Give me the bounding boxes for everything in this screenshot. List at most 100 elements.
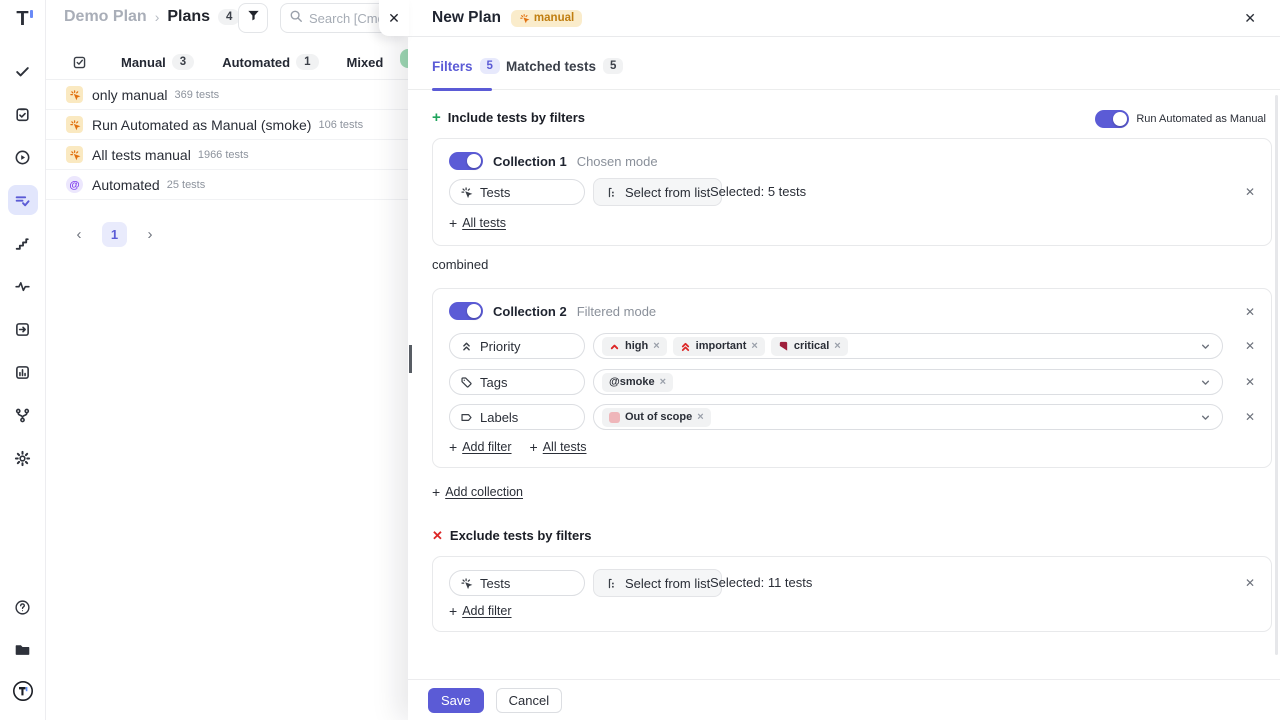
- run-automated-toggle[interactable]: [1095, 110, 1129, 128]
- remove-tags-filter-button[interactable]: ✕: [1245, 375, 1255, 389]
- chevron-down-icon[interactable]: [1199, 411, 1212, 429]
- label-chip-out-of-scope: Out of scope ×: [602, 408, 711, 427]
- cancel-button[interactable]: Cancel: [496, 688, 562, 713]
- collection-2-links: + Add filter + All tests: [449, 439, 586, 455]
- chip-remove-icon[interactable]: ×: [653, 340, 659, 352]
- plan-count: 25 tests: [167, 179, 206, 191]
- sidebar-item-projects[interactable]: [8, 634, 38, 664]
- exclude-card: Tests Select from list Selected: 11 test…: [432, 556, 1272, 632]
- tab-automated[interactable]: Automated 1: [222, 54, 318, 70]
- label-color-swatch: [609, 412, 620, 423]
- chevron-down-icon[interactable]: [1199, 376, 1212, 394]
- sidebar-item-checks[interactable]: [8, 56, 38, 86]
- add-collection-link[interactable]: + Add collection: [432, 484, 523, 500]
- select-from-list-button[interactable]: Select from list: [593, 178, 722, 206]
- filter-button[interactable]: [238, 3, 268, 33]
- label-icon: [460, 411, 473, 424]
- page-scrollbar-thumb[interactable]: [409, 345, 412, 373]
- add-filter-link[interactable]: + Add filter: [449, 603, 512, 619]
- gear-icon: [14, 450, 31, 467]
- collection-1-links: + All tests: [449, 215, 506, 231]
- exclude-tests-field[interactable]: Tests: [449, 570, 585, 596]
- labels-field[interactable]: Labels: [449, 404, 585, 430]
- all-tests-label: All tests: [462, 216, 506, 230]
- tree-list-icon: [605, 577, 618, 590]
- select-all-icon[interactable]: [72, 55, 87, 70]
- include-section-header: + Include tests by filters: [432, 110, 585, 125]
- search-icon: [289, 9, 303, 28]
- tests-field[interactable]: Tests: [449, 179, 585, 205]
- sidebar-item-steps[interactable]: [8, 228, 38, 258]
- sidebar-item-tasks[interactable]: [8, 99, 38, 129]
- labels-select[interactable]: Out of scope ×: [593, 404, 1223, 430]
- plan-row[interactable]: Run Automated as Manual (smoke) 106 test…: [46, 110, 408, 140]
- active-tab-underline: [432, 88, 492, 91]
- sidebar-item-settings[interactable]: [8, 443, 38, 473]
- sidebar-item-branches[interactable]: [8, 400, 38, 430]
- add-filter-link[interactable]: + Add filter: [449, 439, 512, 455]
- drawer-scrollbar[interactable]: [1275, 95, 1278, 655]
- tag-chip-smoke: @smoke ×: [602, 373, 673, 392]
- chip-remove-icon[interactable]: ×: [751, 340, 757, 352]
- tests-field-label: Tests: [480, 185, 510, 200]
- sidebar-item-profile[interactable]: [8, 676, 38, 706]
- plan-row[interactable]: @ Automated 25 tests: [46, 170, 408, 200]
- collection-1-toggle[interactable]: [449, 152, 483, 170]
- tags-field[interactable]: Tags: [449, 369, 585, 395]
- next-page-button[interactable]: ›: [141, 226, 159, 243]
- remove-collection-2-button[interactable]: ✕: [1245, 305, 1255, 319]
- tab-mixed[interactable]: Mixed: [347, 55, 384, 70]
- plan-row[interactable]: All tests manual 1966 tests: [46, 140, 408, 170]
- sidebar-item-analytics[interactable]: [8, 357, 38, 387]
- exclude-select-from-list-button[interactable]: Select from list: [593, 569, 722, 597]
- chip-remove-icon[interactable]: ×: [660, 376, 666, 388]
- page-number-button[interactable]: 1: [102, 222, 127, 247]
- drawer-close-button[interactable]: ✕: [1240, 6, 1260, 31]
- tab-filters[interactable]: Filters 5: [432, 58, 500, 74]
- all-tests-link[interactable]: + All tests: [449, 215, 506, 231]
- priority-field[interactable]: Priority: [449, 333, 585, 359]
- plan-count: 1966 tests: [198, 149, 249, 161]
- cursor-click-icon: [460, 186, 473, 199]
- collection-1-card: Collection 1 Chosen mode Tests Select fr…: [432, 138, 1272, 246]
- sidebar-item-help[interactable]: [8, 592, 38, 622]
- sidebar-item-import[interactable]: [8, 314, 38, 344]
- collection-2-toggle[interactable]: [449, 302, 483, 320]
- tab-matched-tests[interactable]: Matched tests 5: [506, 58, 623, 74]
- plan-row[interactable]: only manual 369 tests: [46, 80, 408, 110]
- tab-matched-label: Matched tests: [506, 59, 596, 74]
- breadcrumb: Demo Plan › Plans 4: [64, 8, 240, 26]
- chip-remove-icon[interactable]: ×: [697, 411, 703, 423]
- sidebar-item-pulse[interactable]: [8, 271, 38, 301]
- breadcrumb-parent[interactable]: Demo Plan: [64, 8, 147, 26]
- remove-exclude-filter-button[interactable]: ✕: [1245, 576, 1255, 590]
- sidebar-item-runs[interactable]: [8, 142, 38, 172]
- drawer-tabs: Filters 5 Matched tests 5: [408, 50, 1280, 90]
- prev-page-button[interactable]: ‹: [70, 226, 88, 243]
- profile-logo-icon: [12, 680, 34, 702]
- matched-count-badge: 5: [603, 58, 623, 74]
- remove-labels-filter-button[interactable]: ✕: [1245, 410, 1255, 424]
- save-button[interactable]: Save: [428, 688, 484, 713]
- help-icon: [14, 599, 31, 616]
- tab-manual[interactable]: Manual 3: [121, 54, 194, 70]
- collection-2-header: Collection 2 Filtered mode: [449, 302, 656, 320]
- manual-badge-label: manual: [534, 12, 574, 24]
- priority-select[interactable]: high × important × critical ×: [593, 333, 1223, 359]
- drawer-edge-close-button[interactable]: ✕: [379, 0, 409, 36]
- page-title: Plans: [167, 8, 210, 26]
- remove-priority-filter-button[interactable]: ✕: [1245, 339, 1255, 353]
- collection-1-mode: Chosen mode: [577, 154, 658, 169]
- remove-filter-button[interactable]: ✕: [1245, 185, 1255, 199]
- app-root: T: [0, 0, 1280, 720]
- chip-remove-icon[interactable]: ×: [834, 340, 840, 352]
- run-automated-label: Run Automated as Manual: [1136, 113, 1266, 125]
- app-logo[interactable]: T: [16, 8, 28, 34]
- plan-count: 369 tests: [175, 89, 220, 101]
- chip-label: @smoke: [609, 376, 655, 388]
- include-title: Include tests by filters: [448, 110, 585, 125]
- chevron-down-icon[interactable]: [1199, 340, 1212, 358]
- all-tests-link[interactable]: + All tests: [530, 439, 587, 455]
- tags-select[interactable]: @smoke ×: [593, 369, 1223, 395]
- sidebar-item-plans[interactable]: [8, 185, 38, 215]
